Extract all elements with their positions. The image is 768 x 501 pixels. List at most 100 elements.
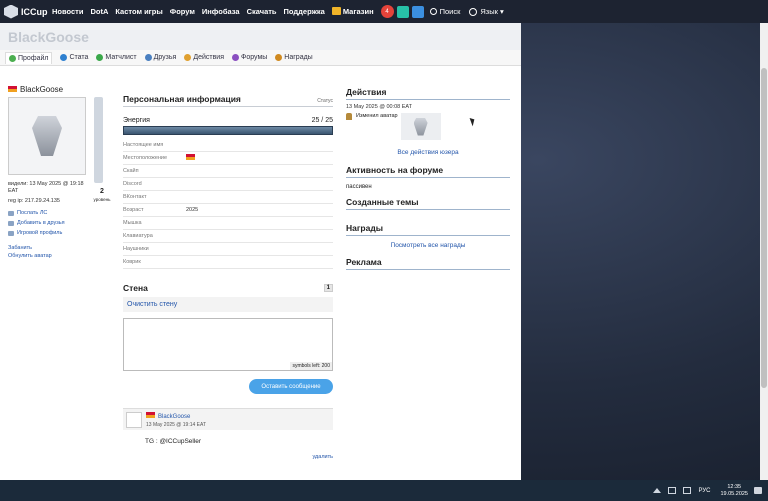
tab-friends[interactable]: Друзья — [144, 54, 177, 61]
clear-wall-link[interactable]: Очистить стену — [123, 297, 333, 312]
post-avatar[interactable] — [126, 412, 142, 428]
nav-custom-games[interactable]: Кастом игры — [115, 7, 162, 16]
profile-sidebar: BlackGoose 2 уровень видели: 13 May 2025… — [8, 85, 111, 260]
symbols-left-counter: symbols left: 200 — [290, 362, 332, 370]
energy-label: Энергия — [123, 117, 150, 124]
country-flag-icon — [8, 86, 17, 92]
player-name-text: BlackGoose — [20, 85, 64, 94]
clock-date: 19.05.2025 — [720, 490, 748, 497]
avatar-image — [32, 116, 62, 156]
nav-menu: Новости DotA Кастом игры Форум Инфобаза … — [52, 7, 381, 16]
tab-label: Награды — [284, 54, 313, 61]
wall-post: BlackGoose 13 May 2025 @ 19:14 EAT — [123, 408, 333, 430]
row-value: 2025 — [186, 207, 199, 213]
wall-page-number[interactable]: 1 — [323, 284, 333, 292]
ban-link[interactable]: Забанить — [8, 244, 111, 252]
nav-forum[interactable]: Форум — [170, 7, 195, 16]
tab-profile[interactable]: Профайл — [5, 51, 53, 64]
table-row: Коврик — [123, 256, 333, 269]
forum-activity-title: Активность на форуме — [346, 165, 510, 178]
nav-dota[interactable]: DotA — [90, 7, 108, 16]
nav-shop[interactable]: Магазин — [331, 7, 374, 16]
avatar-image — [413, 117, 428, 136]
personal-info-title: Персональная информация Статус — [123, 94, 333, 107]
table-row: ВКонтакт — [123, 191, 333, 204]
brand-name: ICCup — [21, 6, 48, 17]
profile-panel: BlackGoose Профайл Стата Матчлист Друзья… — [0, 23, 521, 480]
nav-download[interactable]: Скачать — [247, 7, 277, 16]
awards-title: Награды — [346, 223, 510, 236]
volume-icon[interactable] — [683, 487, 692, 494]
personal-info-table: Настоящее имя Местоположение Скайп Disco… — [123, 139, 333, 269]
site-logo[interactable]: ICCup — [0, 4, 52, 19]
friends-tab-icon — [144, 54, 152, 61]
tab-label: Матчлист — [105, 54, 137, 61]
player-name: BlackGoose — [8, 85, 111, 94]
chevron-up-icon[interactable] — [653, 488, 662, 493]
profile-tab-icon — [9, 54, 16, 62]
table-row: Клавиатура — [123, 230, 333, 243]
nav-support[interactable]: Поддержка — [284, 7, 325, 16]
forums-tab-icon — [232, 54, 239, 61]
profile-right-column: Действия 13 May 2025 @ 00:08 EAT Изменил… — [346, 87, 510, 270]
profile-tabs: Профайл Стата Матчлист Друзья Действия Ф… — [0, 50, 521, 66]
all-actions-link[interactable]: Все действия юзера — [346, 149, 510, 156]
profile-main: Персональная информация Статус Энергия 25 … — [123, 94, 333, 460]
table-row: Discord — [123, 178, 333, 191]
post-message-button[interactable]: Оставить сообщение — [249, 379, 333, 394]
tab-label: Стата — [69, 54, 89, 61]
tab-forums[interactable]: Форумы — [232, 54, 267, 61]
scrollbar-thumb[interactable] — [761, 68, 767, 388]
search-label: Поиск — [439, 7, 461, 16]
row-label: Скайп — [123, 168, 139, 174]
add-friend-link[interactable]: Добавить в друзья — [8, 218, 111, 228]
language-dropdown[interactable]: Язык ▾ — [469, 7, 504, 16]
actions-title: Действия — [346, 87, 510, 100]
nav-infobase[interactable]: Инфобаза — [202, 7, 240, 16]
row-label: Возраст — [123, 207, 144, 213]
actions-tab-icon — [184, 54, 192, 61]
top-navigation: ICCup Новости DotA Кастом игры Форум Инф… — [0, 0, 768, 23]
shop-icon — [331, 7, 341, 15]
iccup-logo-icon — [4, 4, 18, 19]
forum-activity-status: пассивен — [346, 184, 372, 190]
nav-news[interactable]: Новости — [52, 7, 83, 16]
tab-label: Форумы — [241, 54, 268, 61]
input-language[interactable]: РУС — [698, 488, 710, 494]
system-clock[interactable]: 12:35 19.05.2025 — [720, 484, 748, 498]
post-author-link[interactable]: BlackGoose — [146, 412, 206, 420]
search-button[interactable]: Поиск — [429, 7, 461, 16]
action-item: Изменил аватар — [346, 113, 510, 140]
wall-message-input[interactable]: symbols left: 200 — [123, 318, 333, 371]
link-label: Послать ЛС — [17, 210, 48, 216]
profile-header: BlackGoose — [0, 23, 521, 50]
row-label: Наушники — [123, 246, 149, 252]
profile-icon[interactable] — [411, 5, 424, 18]
tab-stats[interactable]: Стата — [60, 54, 88, 61]
taskbar: РУС 12:35 19.05.2025 — [0, 480, 768, 501]
all-awards-link[interactable]: Посмотреть все награды — [346, 242, 510, 249]
network-icon[interactable] — [668, 487, 677, 494]
wall-title: Стена — [123, 283, 148, 293]
tab-awards[interactable]: Награды — [275, 54, 313, 61]
scrollbar[interactable] — [760, 23, 768, 480]
matchlist-tab-icon — [96, 54, 104, 61]
game-profile-link[interactable]: Игровой профиль — [8, 228, 111, 238]
notifications-icon[interactable] — [754, 487, 762, 494]
link-label: Игровой профиль — [17, 230, 63, 236]
tab-actions[interactable]: Действия — [184, 54, 224, 61]
reset-avatar-link[interactable]: Обнулить аватар — [8, 252, 111, 260]
globe-icon — [469, 7, 478, 16]
personal-info-heading: Персональная информация — [123, 94, 241, 104]
stats-tab-icon — [60, 54, 68, 61]
tab-label: Друзья — [153, 54, 177, 61]
gamepad-icon — [8, 230, 14, 236]
tab-matchlist[interactable]: Матчлист — [96, 54, 137, 61]
delete-post-link[interactable]: удалить — [123, 454, 333, 460]
row-label: Клавиатура — [123, 233, 153, 239]
send-message-link[interactable]: Послать ЛС — [8, 208, 111, 218]
twitch-icon[interactable] — [396, 5, 409, 18]
action-date: 13 May 2025 @ 00:08 EAT — [346, 104, 413, 110]
notification-badge[interactable]: 4 — [380, 5, 394, 18]
level-label: уровень — [93, 197, 111, 202]
